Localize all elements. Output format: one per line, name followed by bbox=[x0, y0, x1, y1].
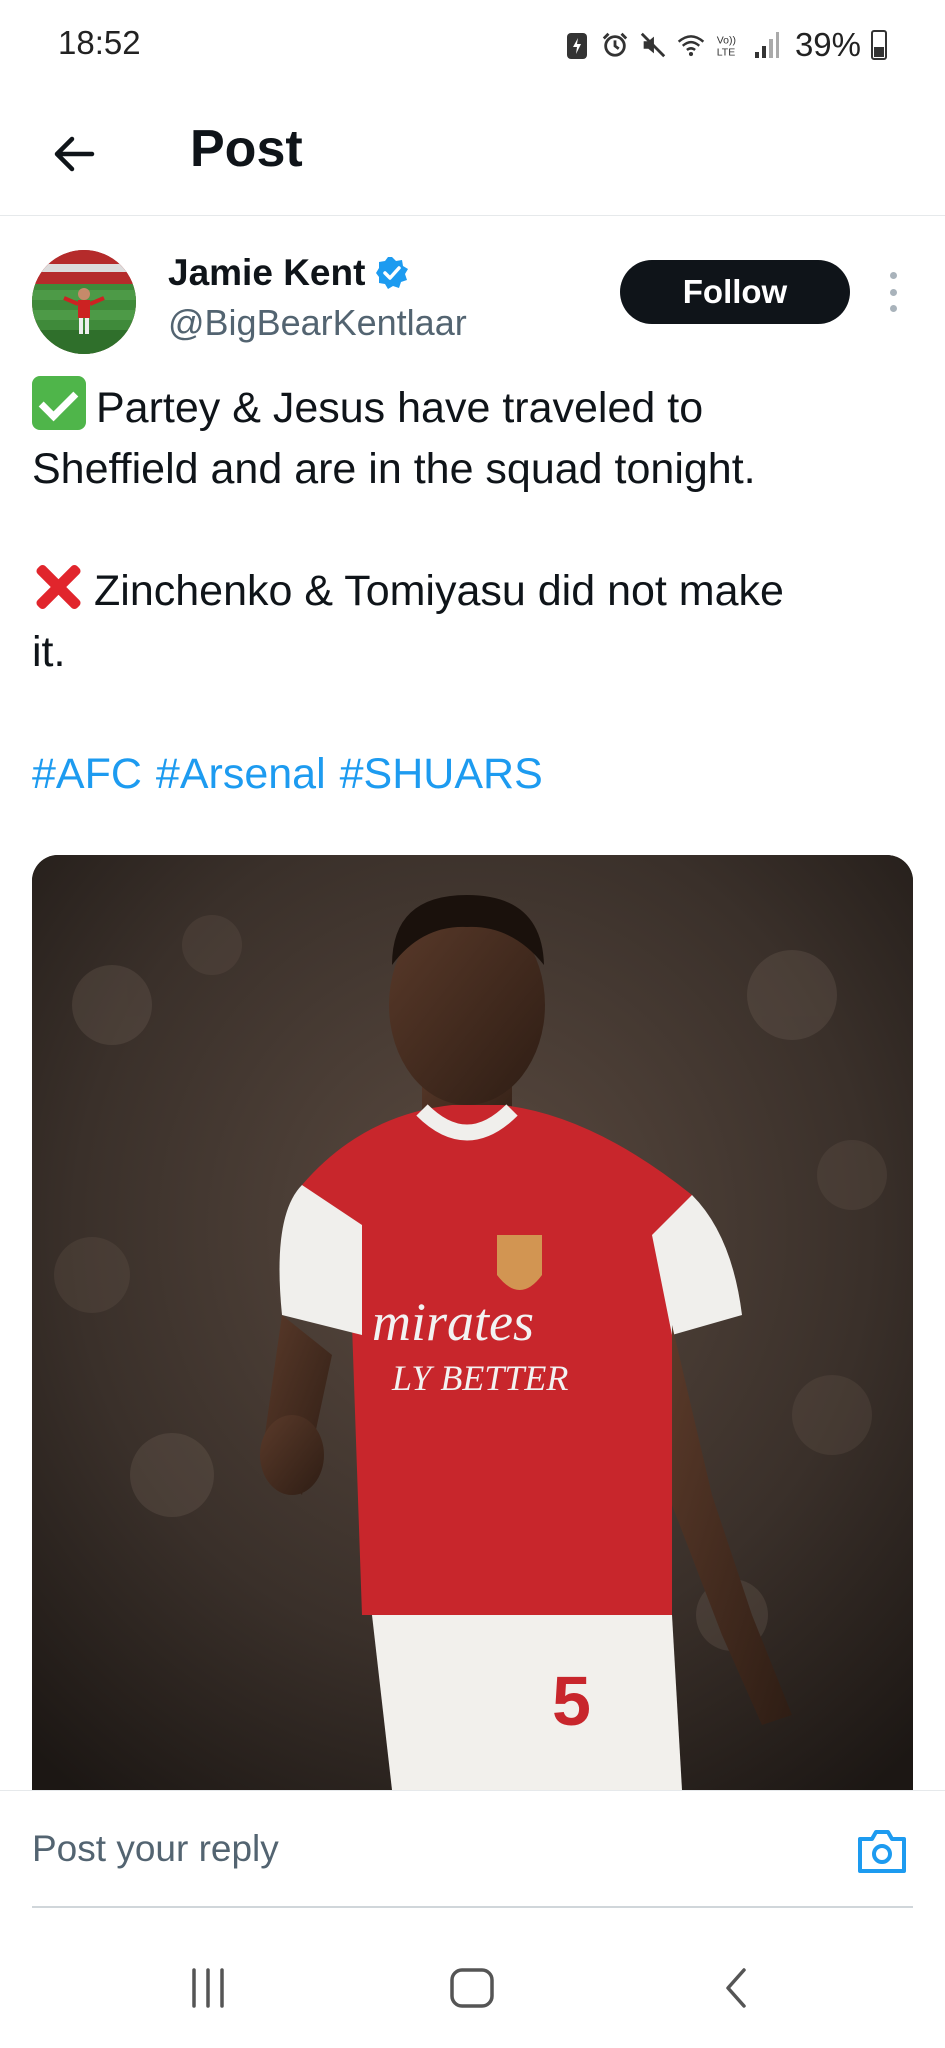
shorts-number: 5 bbox=[552, 1662, 591, 1740]
author-name-text: Jamie Kent bbox=[168, 252, 366, 293]
author-name[interactable]: Jamie Kent bbox=[168, 252, 409, 294]
battery-icon bbox=[871, 30, 887, 60]
tweet-line-text: Zinchenko & Tomiyasu did not make bbox=[94, 567, 784, 615]
hashtag-arsenal[interactable]: #Arsenal bbox=[156, 744, 326, 805]
volte-icon: Vo)) LTE bbox=[715, 29, 743, 61]
more-options-icon[interactable] bbox=[876, 272, 910, 312]
hashtag-afc[interactable]: #AFC bbox=[32, 744, 142, 805]
tweet-line-text: it. bbox=[32, 628, 66, 676]
app-header: Post bbox=[0, 92, 945, 216]
author-handle[interactable]: @BigBearKentlaar bbox=[168, 302, 467, 344]
hashtag-shuars[interactable]: #SHUARS bbox=[340, 744, 543, 805]
svg-text:LTE: LTE bbox=[717, 47, 735, 59]
reply-input[interactable] bbox=[32, 1821, 812, 1877]
shirt-sponsor-subtext: LY BETTER bbox=[391, 1358, 568, 1398]
nav-back-button[interactable] bbox=[706, 1960, 766, 2016]
battery-percentage: 39% bbox=[794, 26, 861, 63]
home-button[interactable] bbox=[442, 1960, 502, 2016]
recents-button[interactable] bbox=[178, 1960, 238, 2016]
svg-text:Vo)): Vo)) bbox=[717, 34, 736, 46]
reply-divider bbox=[32, 1906, 913, 1908]
signal-icon bbox=[753, 29, 781, 61]
home-icon bbox=[450, 1968, 494, 2008]
wifi-icon bbox=[677, 29, 705, 61]
shirt-sponsor-text: mirates bbox=[372, 1292, 534, 1352]
arrow-left-icon bbox=[54, 136, 95, 172]
tweet-media-image[interactable]: mirates LY BETTER 5 bbox=[32, 855, 913, 1790]
avatar[interactable] bbox=[32, 250, 136, 354]
tweet-text: Partey & Jesus have traveled to Sheffiel… bbox=[32, 376, 912, 805]
recents-icon bbox=[192, 1968, 224, 2008]
back-button[interactable] bbox=[42, 122, 106, 186]
back-chevron-icon bbox=[726, 1968, 746, 2008]
tweet-line: Zinchenko & Tomiyasu did not make bbox=[32, 561, 912, 622]
tweet-line-text: Sheffield and are in the squad tonight. bbox=[32, 445, 756, 493]
page-title: Post bbox=[190, 120, 303, 178]
tweet-line: Partey & Jesus have traveled to bbox=[32, 376, 912, 439]
mute-icon bbox=[639, 29, 667, 61]
follow-button[interactable]: Follow bbox=[620, 260, 850, 324]
camera-button[interactable] bbox=[856, 1827, 908, 1875]
reply-bar bbox=[0, 1790, 945, 1908]
status-bar: 18:52 Vo)) LTE 39% bbox=[0, 0, 945, 92]
battery-saver-icon bbox=[563, 29, 591, 61]
check-mark-icon bbox=[32, 376, 86, 430]
status-time: 18:52 bbox=[58, 24, 141, 61]
status-icons: Vo)) LTE 39% bbox=[563, 26, 887, 64]
alarm-icon bbox=[601, 29, 629, 61]
verified-badge-icon bbox=[376, 257, 409, 289]
system-nav-bar bbox=[0, 1920, 945, 2048]
cross-mark-icon bbox=[32, 561, 84, 613]
tweet-line-text: Partey & Jesus have traveled to bbox=[96, 384, 704, 432]
hashtag-list: #AFC #Arsenal #SHUARS bbox=[32, 744, 912, 805]
camera-icon bbox=[858, 1830, 906, 1873]
